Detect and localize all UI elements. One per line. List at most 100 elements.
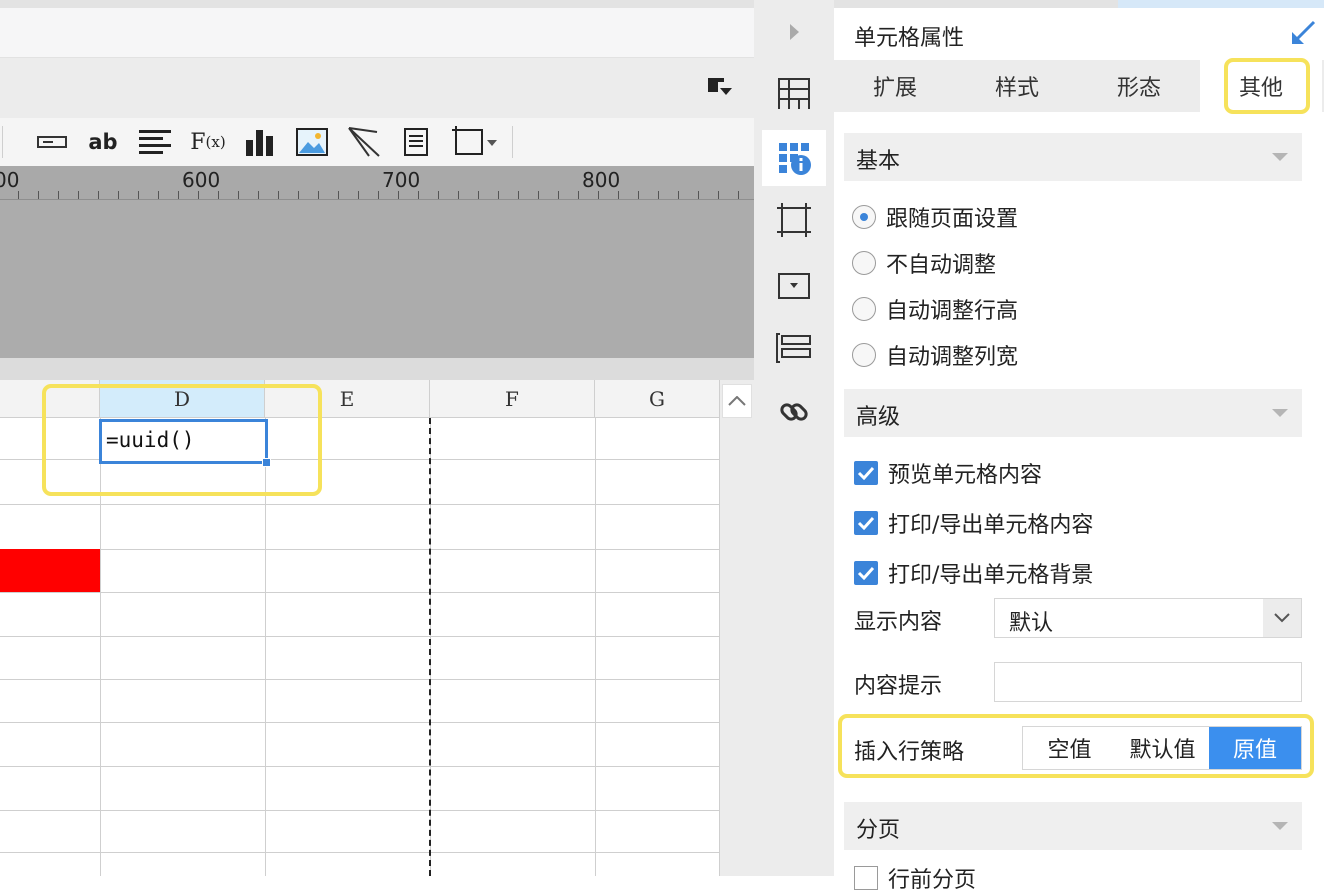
section-paging-label: 分页 — [856, 818, 901, 843]
ruler-tick — [98, 191, 99, 199]
border-dropdown-icon[interactable] — [450, 126, 500, 158]
collapse-panel-icon[interactable] — [1290, 20, 1316, 46]
align-text-icon[interactable] — [136, 126, 174, 158]
checkbox-unchecked-icon[interactable] — [854, 866, 878, 890]
check-preview-content[interactable]: 预览单元格内容 — [854, 457, 1042, 489]
chevron-down-icon — [1272, 409, 1288, 417]
checkbox-checked-icon[interactable] — [854, 561, 878, 585]
column-header-g[interactable]: G — [595, 380, 720, 418]
grid-row-line — [0, 549, 720, 550]
display-content-label: 显示内容 — [854, 610, 943, 635]
checkbox-label: 预览单元格内容 — [888, 463, 1043, 488]
section-advanced[interactable]: 高级 — [844, 389, 1302, 437]
panel-title: 单元格属性 — [854, 26, 965, 51]
content-tip-label: 内容提示 — [854, 674, 943, 699]
grid-row-line — [0, 504, 720, 505]
display-content-select[interactable]: 默认 — [994, 598, 1302, 638]
float-element-icon[interactable] — [762, 192, 826, 248]
radio-label: 跟随页面设置 — [886, 207, 1019, 232]
ruler-tick — [438, 191, 439, 199]
tab-form[interactable]: 形态 — [1078, 60, 1200, 112]
radio-auto-row-height[interactable]: 自动调整行高 — [852, 293, 1018, 325]
sub-report-icon[interactable] — [400, 126, 432, 158]
ruler-tick — [318, 191, 319, 199]
chevron-down-icon[interactable] — [1263, 599, 1301, 637]
select-value: 默认 — [1009, 611, 1054, 636]
ruler-tick — [138, 191, 139, 199]
check-print-background[interactable]: 打印/导出单元格背景 — [854, 557, 1093, 589]
checkbox-checked-icon[interactable] — [854, 511, 878, 535]
horizontal-ruler: 00 600 700 800 — [0, 166, 754, 200]
radio-dot[interactable] — [852, 251, 876, 275]
grid-row-line — [0, 852, 720, 853]
chart-icon[interactable] — [242, 126, 278, 158]
ruler-tick — [578, 191, 579, 199]
toolbar-separator — [2, 126, 3, 158]
radio-label: 自动调整行高 — [886, 299, 1019, 324]
ruler-tick — [738, 191, 739, 199]
section-advanced-label: 高级 — [856, 405, 901, 430]
radio-label: 不自动调整 — [886, 253, 997, 278]
checkbox-label: 打印/导出单元格背景 — [888, 563, 1094, 588]
collapse-arrow-icon[interactable] — [762, 4, 826, 60]
image-icon[interactable] — [294, 126, 330, 158]
cell-properties-panel: 单元格属性 扩展 样式 形态 其他 基本 跟随页面设置 不自动调整 自动调整行高… — [834, 8, 1324, 893]
layout-icon[interactable] — [762, 320, 826, 376]
ruler-tick — [558, 191, 559, 199]
chevron-down-icon — [1272, 822, 1288, 830]
radio-dot[interactable] — [852, 343, 876, 367]
ruler-tick — [278, 191, 279, 199]
ruler-label: 800 — [582, 168, 621, 192]
radio-no-auto[interactable]: 不自动调整 — [852, 247, 996, 279]
report-canvas[interactable] — [0, 200, 754, 358]
ruler-tick — [378, 191, 379, 199]
highlight-box-strategy — [838, 714, 1314, 778]
ruler-label: 00 — [0, 168, 20, 192]
ruler-tick — [518, 191, 519, 199]
cell-element-icon[interactable] — [762, 66, 826, 122]
grid-row-line — [0, 679, 720, 680]
ruler-tick — [718, 191, 719, 199]
check-print-content[interactable]: 打印/导出单元格内容 — [854, 507, 1093, 539]
ruler-tick — [478, 191, 479, 199]
vertical-scrollbar[interactable] — [720, 380, 754, 876]
cell-properties-icon[interactable] — [762, 130, 826, 186]
ruler-tick — [678, 191, 679, 199]
checkbox-label: 打印/导出单元格内容 — [888, 513, 1094, 538]
highlight-box-cell — [42, 384, 322, 496]
page-break-line — [429, 418, 431, 876]
hyperlink-icon[interactable] — [762, 384, 826, 440]
grid-row-line — [0, 810, 720, 811]
canvas-divider — [0, 358, 754, 380]
ruler-tick — [158, 191, 159, 199]
ruler-tick — [538, 191, 539, 199]
ruler-label: 700 — [382, 168, 421, 192]
checkbox-checked-icon[interactable] — [854, 461, 878, 485]
ruler-tick — [658, 191, 659, 199]
ruler-tick — [698, 191, 699, 199]
text-ab-icon[interactable]: ab — [84, 126, 122, 158]
red-filled-cell[interactable] — [0, 549, 100, 592]
slash-cell-icon[interactable] — [344, 126, 384, 158]
section-basic[interactable]: 基本 — [844, 133, 1302, 181]
ruler-tick — [118, 191, 119, 199]
section-paging[interactable]: 分页 — [844, 802, 1302, 850]
ruler-tick — [358, 191, 359, 199]
column-header-f[interactable]: F — [430, 380, 595, 418]
insert-toolbar: ab F (x) — [0, 118, 754, 166]
content-tip-input[interactable] — [994, 662, 1302, 702]
dropdown-menu-icon[interactable] — [708, 78, 732, 98]
scroll-up-button[interactable] — [722, 384, 752, 418]
radio-dot[interactable] — [852, 297, 876, 321]
radio-follow-page[interactable]: 跟随页面设置 — [852, 201, 1018, 233]
formula-icon[interactable]: F (x) — [188, 126, 228, 158]
text-field-icon[interactable] — [34, 126, 70, 158]
radio-auto-col-width[interactable]: 自动调整列宽 — [852, 339, 1018, 371]
grid-column-line — [595, 418, 596, 876]
ruler-tick — [458, 191, 459, 199]
tab-style[interactable]: 样式 — [956, 60, 1078, 112]
radio-dot[interactable] — [852, 205, 876, 229]
ruler-tick — [78, 191, 79, 199]
tab-expand[interactable]: 扩展 — [834, 60, 956, 112]
widget-icon[interactable] — [762, 258, 826, 314]
